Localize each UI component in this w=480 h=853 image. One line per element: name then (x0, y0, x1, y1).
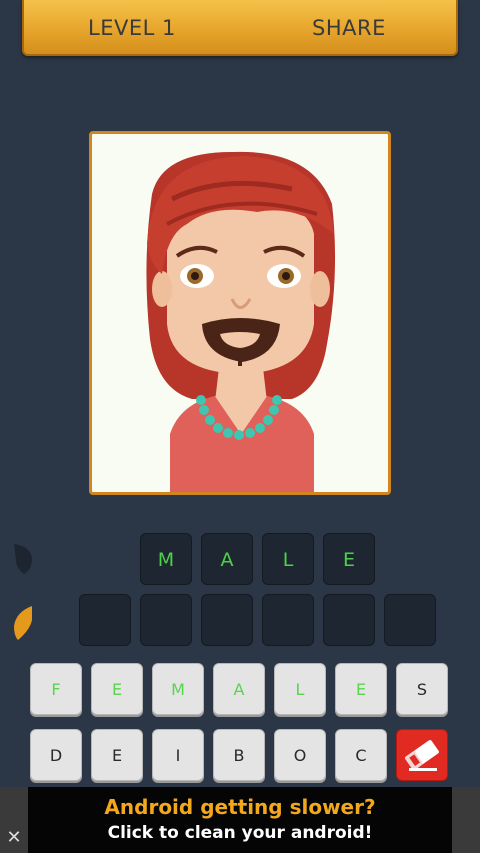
ad-banner[interactable]: Android getting slower? Click to clean y… (0, 787, 480, 853)
letter-key[interactable]: M (152, 663, 204, 715)
letter-key[interactable]: L (274, 663, 326, 715)
answer-tile: A (201, 533, 253, 585)
letter-key[interactable]: B (213, 729, 265, 781)
answer-tile: M (140, 533, 192, 585)
guess-slot[interactable] (384, 594, 436, 646)
letter-key[interactable]: S (396, 663, 448, 715)
eraser-icon (405, 740, 439, 771)
guess-slot[interactable] (323, 594, 375, 646)
letter-key[interactable]: A (213, 663, 265, 715)
letter-key[interactable]: O (274, 729, 326, 781)
letter-key[interactable]: E (91, 663, 143, 715)
puzzle-picture (89, 131, 391, 495)
letter-key[interactable]: D (30, 729, 82, 781)
ad-subline: Click to clean your android! (107, 823, 373, 843)
top-bar: LEVEL 1 SHARE (22, 0, 458, 56)
letter-key[interactable]: I (152, 729, 204, 781)
answer-tile: L (262, 533, 314, 585)
guess-slot[interactable] (201, 594, 253, 646)
hint-bulb-icon[interactable] (10, 540, 36, 576)
hint-coin-icon[interactable] (10, 602, 36, 642)
guess-slot[interactable] (262, 594, 314, 646)
guess-slot[interactable] (79, 594, 131, 646)
letter-key[interactable]: C (335, 729, 387, 781)
letter-key[interactable]: E (91, 729, 143, 781)
ad-headline: Android getting slower? (104, 795, 376, 819)
answer-tile: E (323, 533, 375, 585)
letter-key[interactable]: F (30, 663, 82, 715)
bearded-woman-avatar-icon (146, 151, 336, 492)
share-button[interactable]: SHARE (312, 16, 386, 40)
letter-key[interactable]: E (335, 663, 387, 715)
guess-slot[interactable] (140, 594, 192, 646)
eraser-button[interactable] (396, 729, 448, 781)
close-icon[interactable]: ✕ (4, 828, 24, 848)
ad-content[interactable]: Android getting slower? Click to clean y… (28, 787, 452, 853)
level-label: LEVEL 1 (88, 16, 176, 40)
